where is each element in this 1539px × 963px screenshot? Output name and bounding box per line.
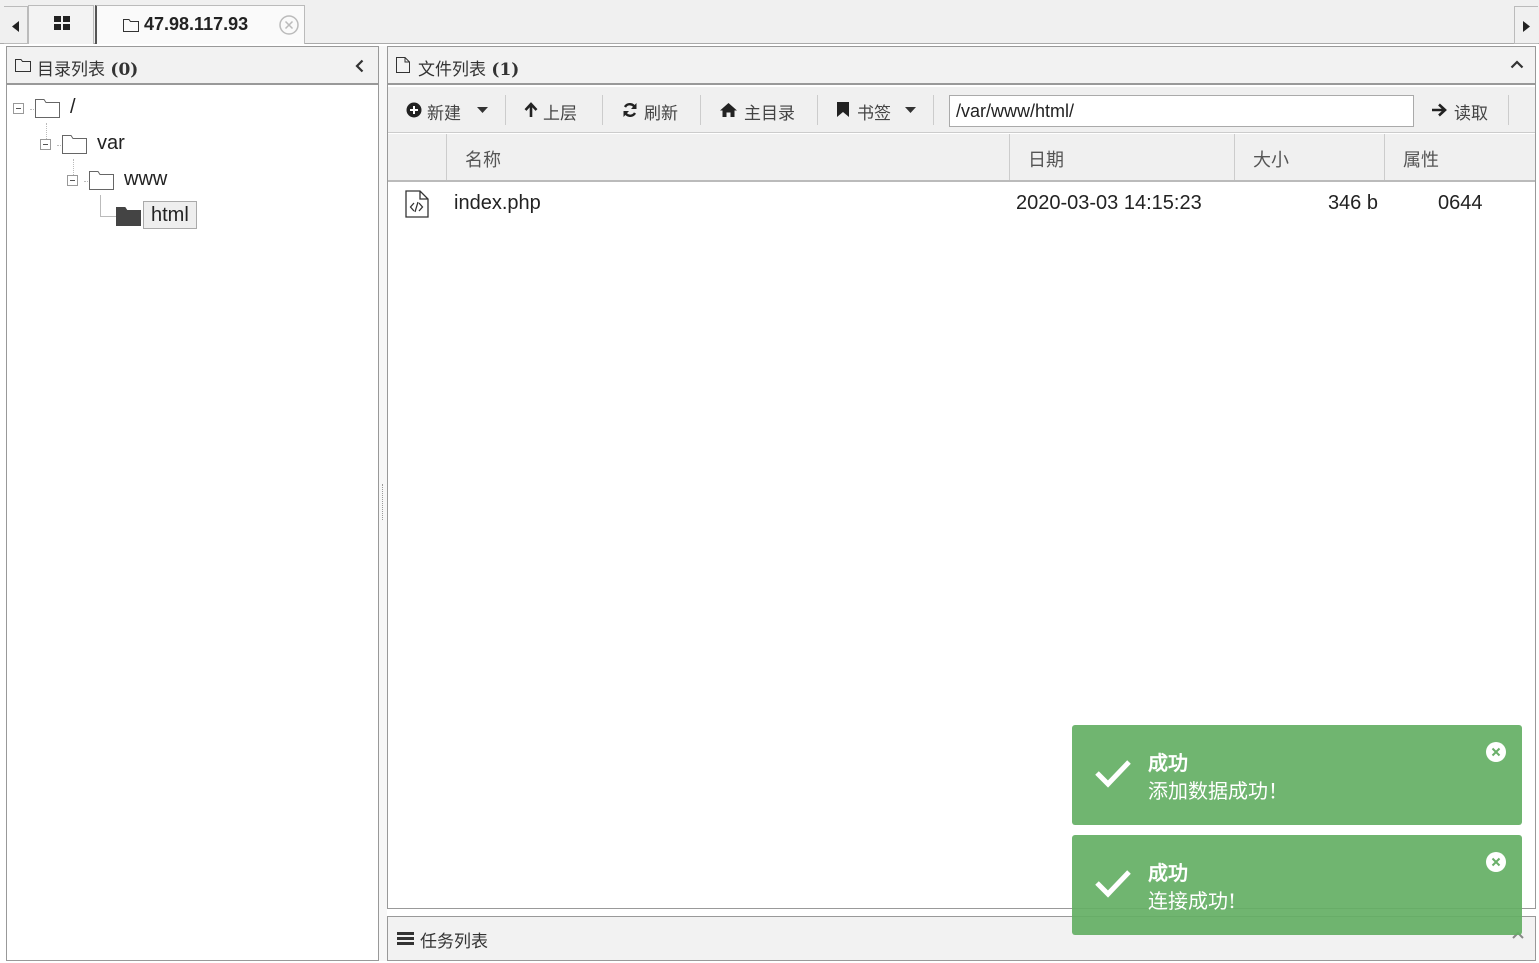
arrow-right-icon — [1432, 103, 1447, 117]
file-attr: 0644 — [1438, 192, 1483, 214]
column-name[interactable]: 名称 — [447, 134, 1010, 180]
file-grid-header: 名称 日期 大小 属性 — [388, 134, 1535, 182]
folder-icon — [15, 59, 31, 72]
arrow-up-icon — [524, 102, 538, 117]
column-icon — [388, 134, 447, 180]
checkmark-icon — [1095, 870, 1131, 898]
column-size[interactable]: 大小 — [1235, 134, 1385, 180]
chevron-left-icon[interactable] — [355, 59, 364, 73]
column-date[interactable]: 日期 — [1010, 134, 1235, 180]
new-button[interactable]: 新建 — [398, 87, 503, 133]
directory-tree: / var www html — [7, 87, 378, 587]
file-toolbar: 新建 上层 刷新 主目录 书签 /var/www/html/ 读取 — [388, 87, 1535, 133]
panel-splitter[interactable] — [379, 46, 387, 961]
path-input[interactable] — [949, 95, 1414, 127]
bookmark-button[interactable]: 书签 — [825, 87, 925, 133]
directory-panel-header: 目录列表 (0) — [7, 47, 378, 85]
file-name: index.php — [454, 192, 541, 214]
tab-scroll-left-button[interactable] — [4, 6, 28, 44]
bookmark-icon — [837, 102, 849, 117]
tab-home[interactable] — [28, 5, 94, 44]
tree-node-label: / — [70, 96, 76, 118]
folder-icon — [123, 19, 139, 32]
file-icon — [396, 57, 410, 73]
collapse-toggle[interactable] — [13, 103, 24, 114]
tree-node-html[interactable]: html — [7, 201, 207, 231]
tab-bar: 47.98.117.93 — [0, 0, 1539, 44]
toast-title: 成功 — [1148, 861, 1188, 885]
caret-left-icon — [12, 21, 19, 32]
file-panel-title: 文件列表 (1) — [418, 60, 520, 80]
plus-circle-icon — [406, 102, 422, 118]
file-size: 346 b — [1327, 192, 1378, 214]
toast-close-button[interactable] — [1486, 852, 1506, 872]
directory-panel-title: 目录列表 (0) — [37, 60, 139, 80]
collapse-toggle[interactable] — [67, 175, 78, 186]
file-date: 2020-03-03 14:15:23 — [1016, 192, 1202, 214]
folder-icon — [62, 135, 87, 154]
file-row[interactable]: index.php 2020-03-03 14:15:23 346 b 0644 — [388, 184, 1535, 224]
close-icon — [1491, 857, 1501, 867]
refresh-button[interactable]: 刷新 — [610, 87, 695, 133]
file-panel-header: 文件列表 (1) — [388, 47, 1535, 85]
toast-notification: 成功 连接成功! — [1072, 835, 1522, 935]
directory-count: (0) — [110, 60, 139, 80]
read-button[interactable]: 读取 — [1420, 87, 1500, 133]
tree-node-root[interactable]: / — [7, 95, 127, 123]
toast-title: 成功 — [1148, 751, 1188, 775]
folder-filled-icon — [116, 207, 141, 226]
toast-message: 连接成功! — [1148, 889, 1237, 913]
caret-right-icon — [1523, 21, 1530, 32]
toast-message: 添加数据成功！ — [1148, 779, 1288, 803]
collapse-toggle[interactable] — [40, 139, 51, 150]
up-level-button[interactable]: 上层 — [513, 87, 593, 133]
toast-notification: 成功 添加数据成功！ — [1072, 725, 1522, 825]
toast-close-button[interactable] — [1486, 742, 1506, 762]
tree-node-label: var — [97, 132, 125, 154]
refresh-icon — [623, 103, 637, 117]
tab-scroll-right-button[interactable] — [1514, 6, 1538, 44]
tab-host[interactable]: 47.98.117.93 — [95, 5, 305, 44]
code-file-icon — [405, 190, 429, 218]
checkmark-icon — [1095, 760, 1131, 788]
caret-down-icon — [477, 107, 488, 113]
close-icon — [1491, 747, 1501, 757]
folder-icon — [35, 99, 60, 118]
tree-node-var[interactable]: var — [7, 131, 167, 159]
directory-panel: 目录列表 (0) / var www html — [6, 46, 379, 961]
chevron-up-icon[interactable] — [1510, 60, 1524, 69]
folder-icon — [89, 171, 114, 190]
file-count: (1) — [491, 60, 520, 80]
close-circle-icon[interactable] — [279, 15, 299, 35]
home-dir-button[interactable]: 主目录 — [708, 87, 813, 133]
tree-node-www[interactable]: www — [7, 167, 197, 195]
tree-node-label: www — [124, 168, 168, 190]
column-attr[interactable]: 属性 — [1385, 134, 1535, 180]
list-icon — [397, 932, 414, 945]
tab-title: 47.98.117.93 — [144, 14, 249, 34]
task-panel-title: 任务列表 — [420, 932, 488, 952]
caret-down-icon — [905, 107, 916, 113]
tree-node-label: html — [143, 201, 197, 229]
home-icon — [720, 103, 737, 117]
grid-icon — [54, 16, 70, 30]
